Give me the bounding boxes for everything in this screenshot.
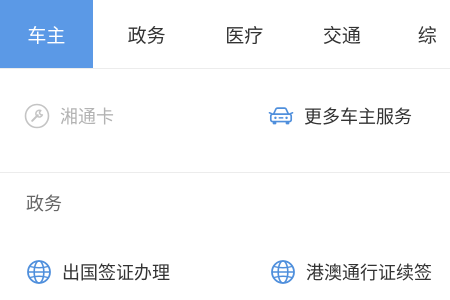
tab-label: 综 [417, 24, 437, 47]
service-more-car-owner[interactable]: 更多车主服务 [268, 103, 412, 129]
tab-comprehensive[interactable]: 综 [391, 0, 450, 68]
service-visa-application[interactable]: 出国签证办理 [26, 259, 170, 285]
tab-label: 政务 [127, 24, 166, 47]
service-label: 湘通卡 [60, 107, 114, 128]
tab-government[interactable]: 政务 [98, 0, 196, 68]
car-services-row: 湘通卡 更多车主服务 [0, 96, 450, 136]
tab-transport[interactable]: 交通 [293, 0, 391, 68]
service-label: 出国签证办理 [62, 263, 170, 284]
service-xiangtong-card[interactable]: 湘通卡 [24, 103, 114, 129]
tab-medical[interactable]: 医疗 [195, 0, 293, 68]
divider [0, 172, 450, 173]
category-tab-bar: 车主 政务 医疗 交通 综 [0, 0, 450, 68]
service-hk-macau-permit-renewal[interactable]: 港澳通行证续签 [270, 259, 432, 285]
tab-label: 交通 [322, 24, 361, 47]
tab-label: 车主 [27, 24, 66, 47]
tab-label: 医疗 [225, 24, 264, 47]
section-title-government: 政务 [26, 194, 62, 215]
globe-icon [270, 259, 296, 285]
car-icon [268, 103, 294, 129]
government-services-row: 出国签证办理 港澳通行证续签 [0, 252, 450, 292]
globe-icon [26, 259, 52, 285]
service-label: 港澳通行证续签 [306, 263, 432, 284]
wrench-icon [24, 103, 50, 129]
service-label: 更多车主服务 [304, 107, 412, 128]
divider [0, 68, 450, 69]
tab-car-owner[interactable]: 车主 [0, 0, 93, 68]
